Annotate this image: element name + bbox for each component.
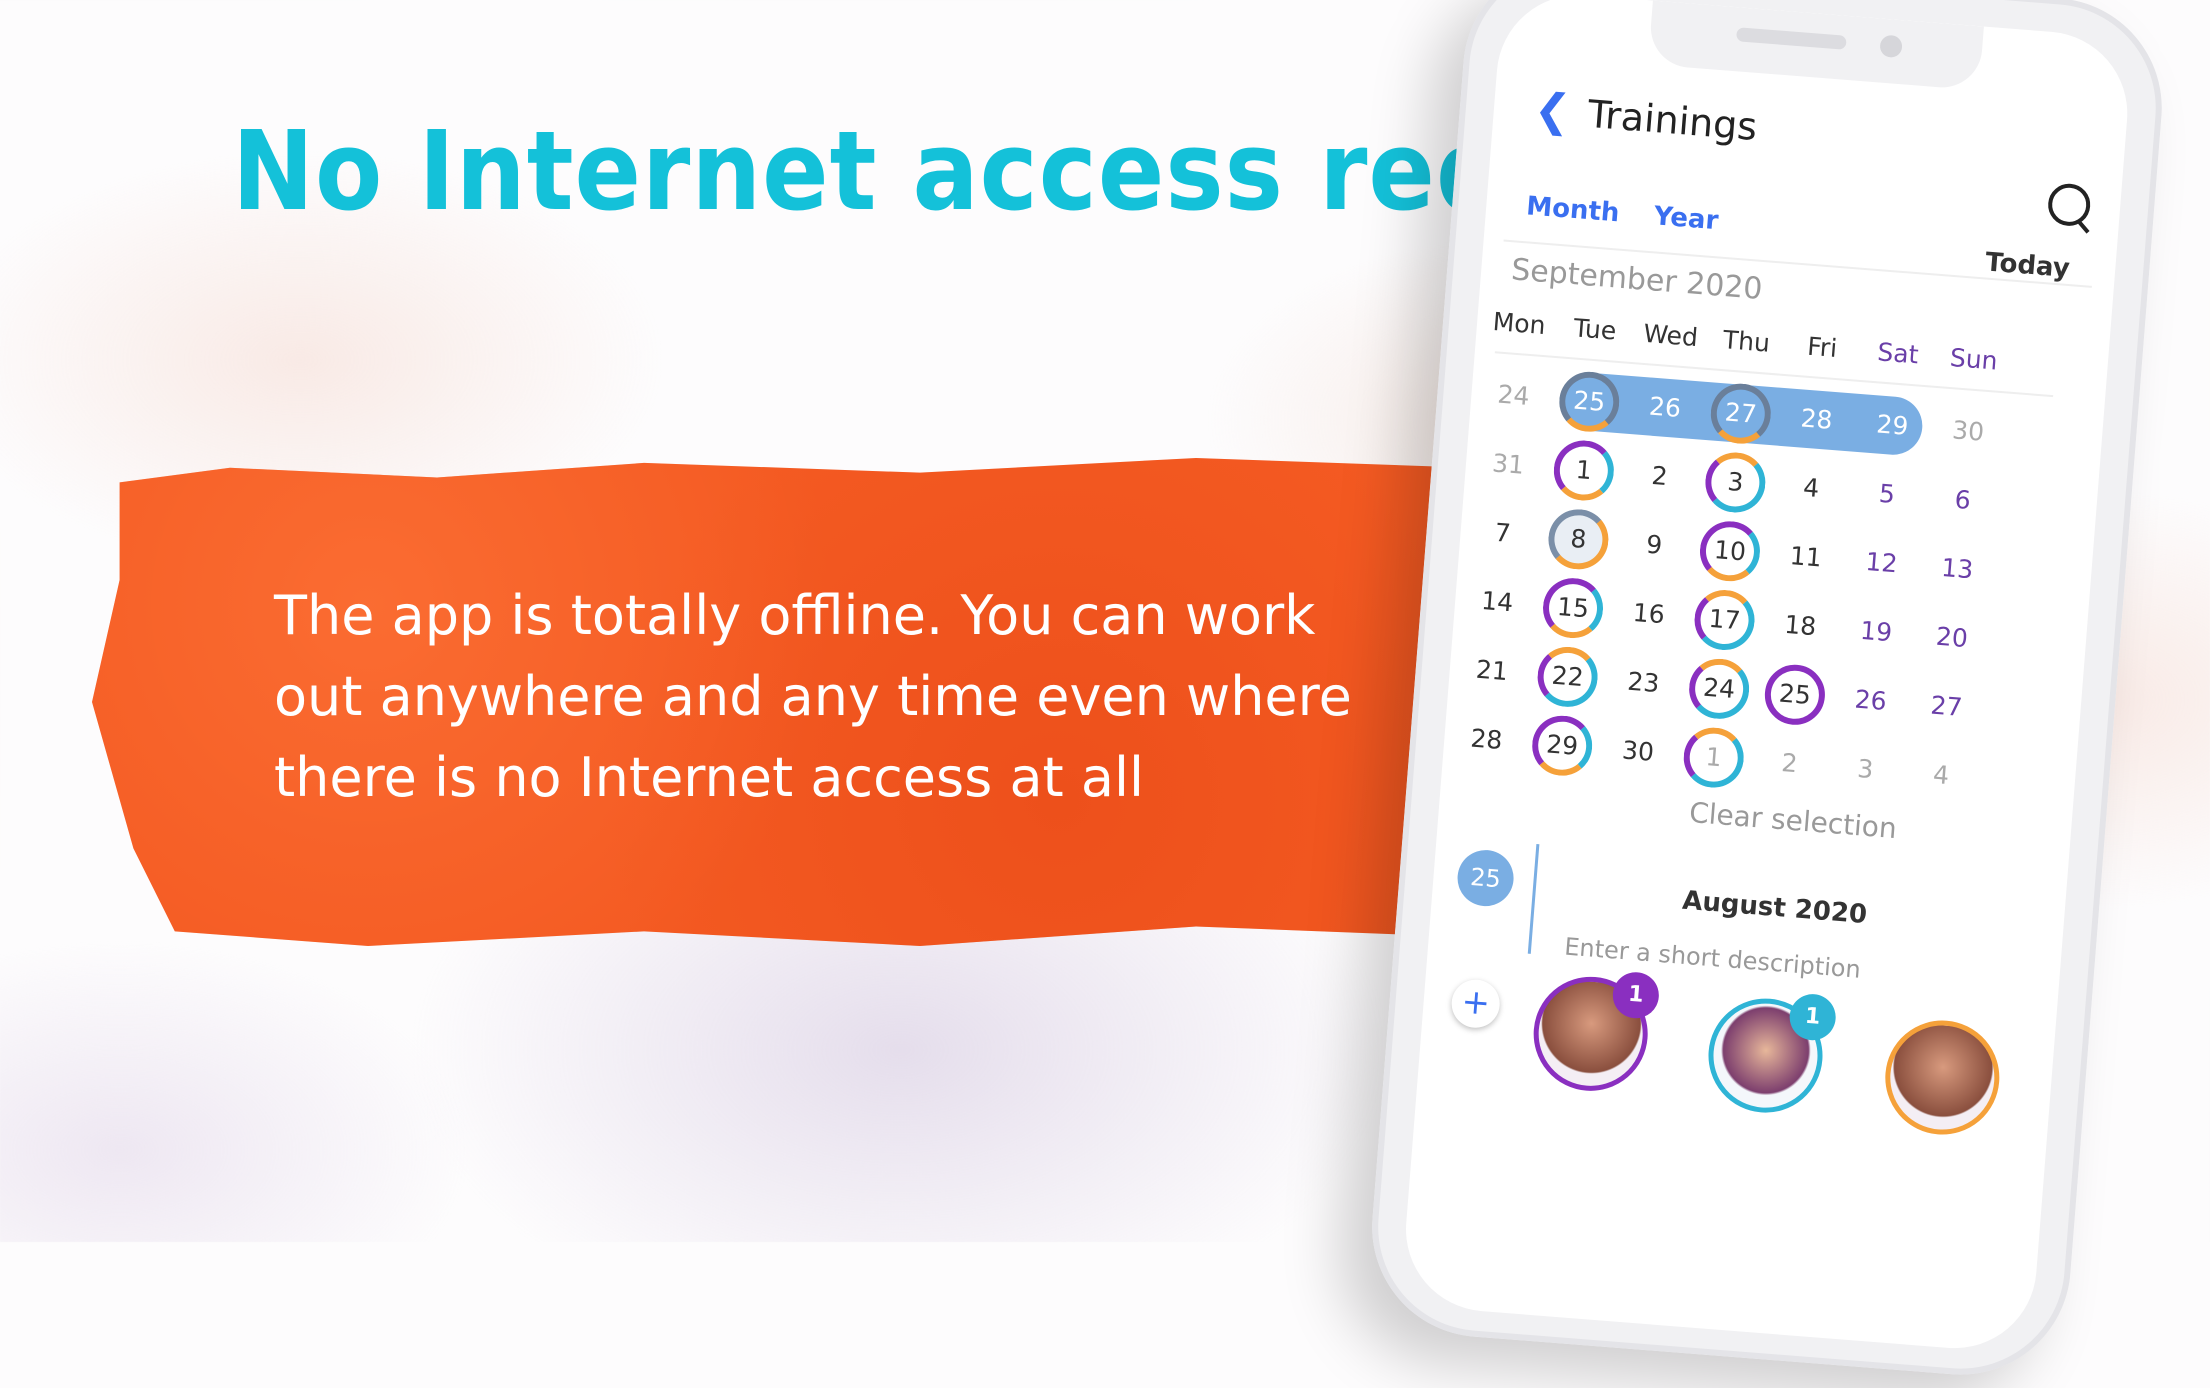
calendar-day[interactable]: 13	[1925, 537, 1990, 602]
calendar-day[interactable]: 14	[1465, 570, 1530, 635]
weekday-sat: Sat	[1876, 337, 1920, 370]
month-label: September 2020	[1510, 252, 1764, 307]
calendar-day[interactable]: 1	[1551, 438, 1617, 503]
calendar-day[interactable]: 10	[1697, 519, 1763, 584]
calendar-day[interactable]: 28	[1454, 707, 1519, 772]
calendar-day[interactable]: 5	[1855, 462, 1920, 527]
screen-title: Trainings	[1586, 91, 1759, 150]
calendar-day[interactable]: 11	[1773, 525, 1838, 590]
chevron-left-icon[interactable]: ❮	[1532, 84, 1573, 138]
clear-selection-button[interactable]: Clear selection	[1688, 796, 1898, 845]
calendar-day[interactable]: 31	[1476, 432, 1541, 497]
calendar-day[interactable]: 27	[1914, 674, 1979, 739]
calendar-day[interactable]: 22	[1535, 644, 1600, 710]
calendar-day[interactable]: 3	[1833, 737, 1898, 802]
calendar-day[interactable]: 25	[1762, 662, 1828, 728]
calendar-day[interactable]: 24	[1481, 364, 1546, 429]
calendar-day[interactable]: 26	[1838, 669, 1903, 734]
calendar-day[interactable]: 16	[1617, 582, 1682, 647]
selected-day-badge: 25	[1455, 847, 1516, 909]
calendar-day[interactable]: 8	[1546, 507, 1611, 572]
calendar-day[interactable]: 30	[1936, 399, 2001, 464]
weekday-thu: Thu	[1721, 325, 1772, 358]
calendar-day[interactable]: 24	[1686, 656, 1752, 722]
camera-icon	[1879, 34, 1903, 59]
calendar-day[interactable]: 15	[1540, 575, 1606, 641]
calendar-day[interactable]: 4	[1779, 456, 1844, 521]
entry-divider	[1527, 843, 1540, 954]
tab-month[interactable]: Month	[1525, 191, 1620, 228]
weekday-mon: Mon	[1491, 306, 1547, 341]
weekday-tue: Tue	[1572, 313, 1618, 346]
plus-circle-icon[interactable]: +	[1449, 977, 1502, 1030]
calendar-day[interactable]: 9	[1622, 513, 1687, 578]
calendar-day[interactable]: 18	[1768, 594, 1833, 659]
weekday-wed: Wed	[1642, 318, 1700, 353]
calendar-day[interactable]: 3	[1703, 450, 1768, 515]
calendar-day[interactable]: 2	[1757, 731, 1822, 796]
calendar-day[interactable]: 30	[1606, 719, 1671, 784]
abs-workout-icon[interactable]	[1881, 1016, 2004, 1139]
weekday-fri: Fri	[1806, 331, 1839, 363]
speaker-icon	[1736, 27, 1847, 50]
calendar-day[interactable]: 7	[1470, 501, 1535, 566]
calendar-day[interactable]: 19	[1844, 600, 1909, 665]
calendar-day[interactable]: 17	[1692, 587, 1757, 653]
tab-year[interactable]: Year	[1653, 201, 1720, 236]
calendar-day[interactable]: 2	[1627, 444, 1692, 509]
app-screen: ❮ Trainings Month Year Today September 2…	[1399, 0, 2134, 1355]
offline-description: The app is totally offline. You can work…	[274, 584, 1352, 809]
calendar-day[interactable]: 12	[1849, 531, 1914, 596]
calendar-day[interactable]: 29	[1529, 713, 1595, 778]
calendar-day[interactable]: 23	[1611, 651, 1676, 716]
phone-mockup: ❮ Trainings Month Year Today September 2…	[1363, 0, 2210, 1383]
calendar-day[interactable]: 6	[1930, 468, 1995, 533]
calendar-day[interactable]: 1	[1681, 725, 1746, 790]
weekday-sun: Sun	[1948, 342, 1999, 376]
calendar-day[interactable]: 4	[1909, 743, 1974, 808]
calendar-day[interactable]: 21	[1460, 639, 1525, 704]
phone-frame: ❮ Trainings Month Year Today September 2…	[1363, 0, 2171, 1383]
calendar-day[interactable]: 20	[1920, 606, 1985, 671]
search-icon[interactable]	[2046, 182, 2092, 228]
phone-notch	[1647, 0, 1984, 91]
entry-month-label: August 2020	[1681, 885, 1869, 931]
description-input[interactable]: Enter a short description	[1563, 933, 1861, 984]
